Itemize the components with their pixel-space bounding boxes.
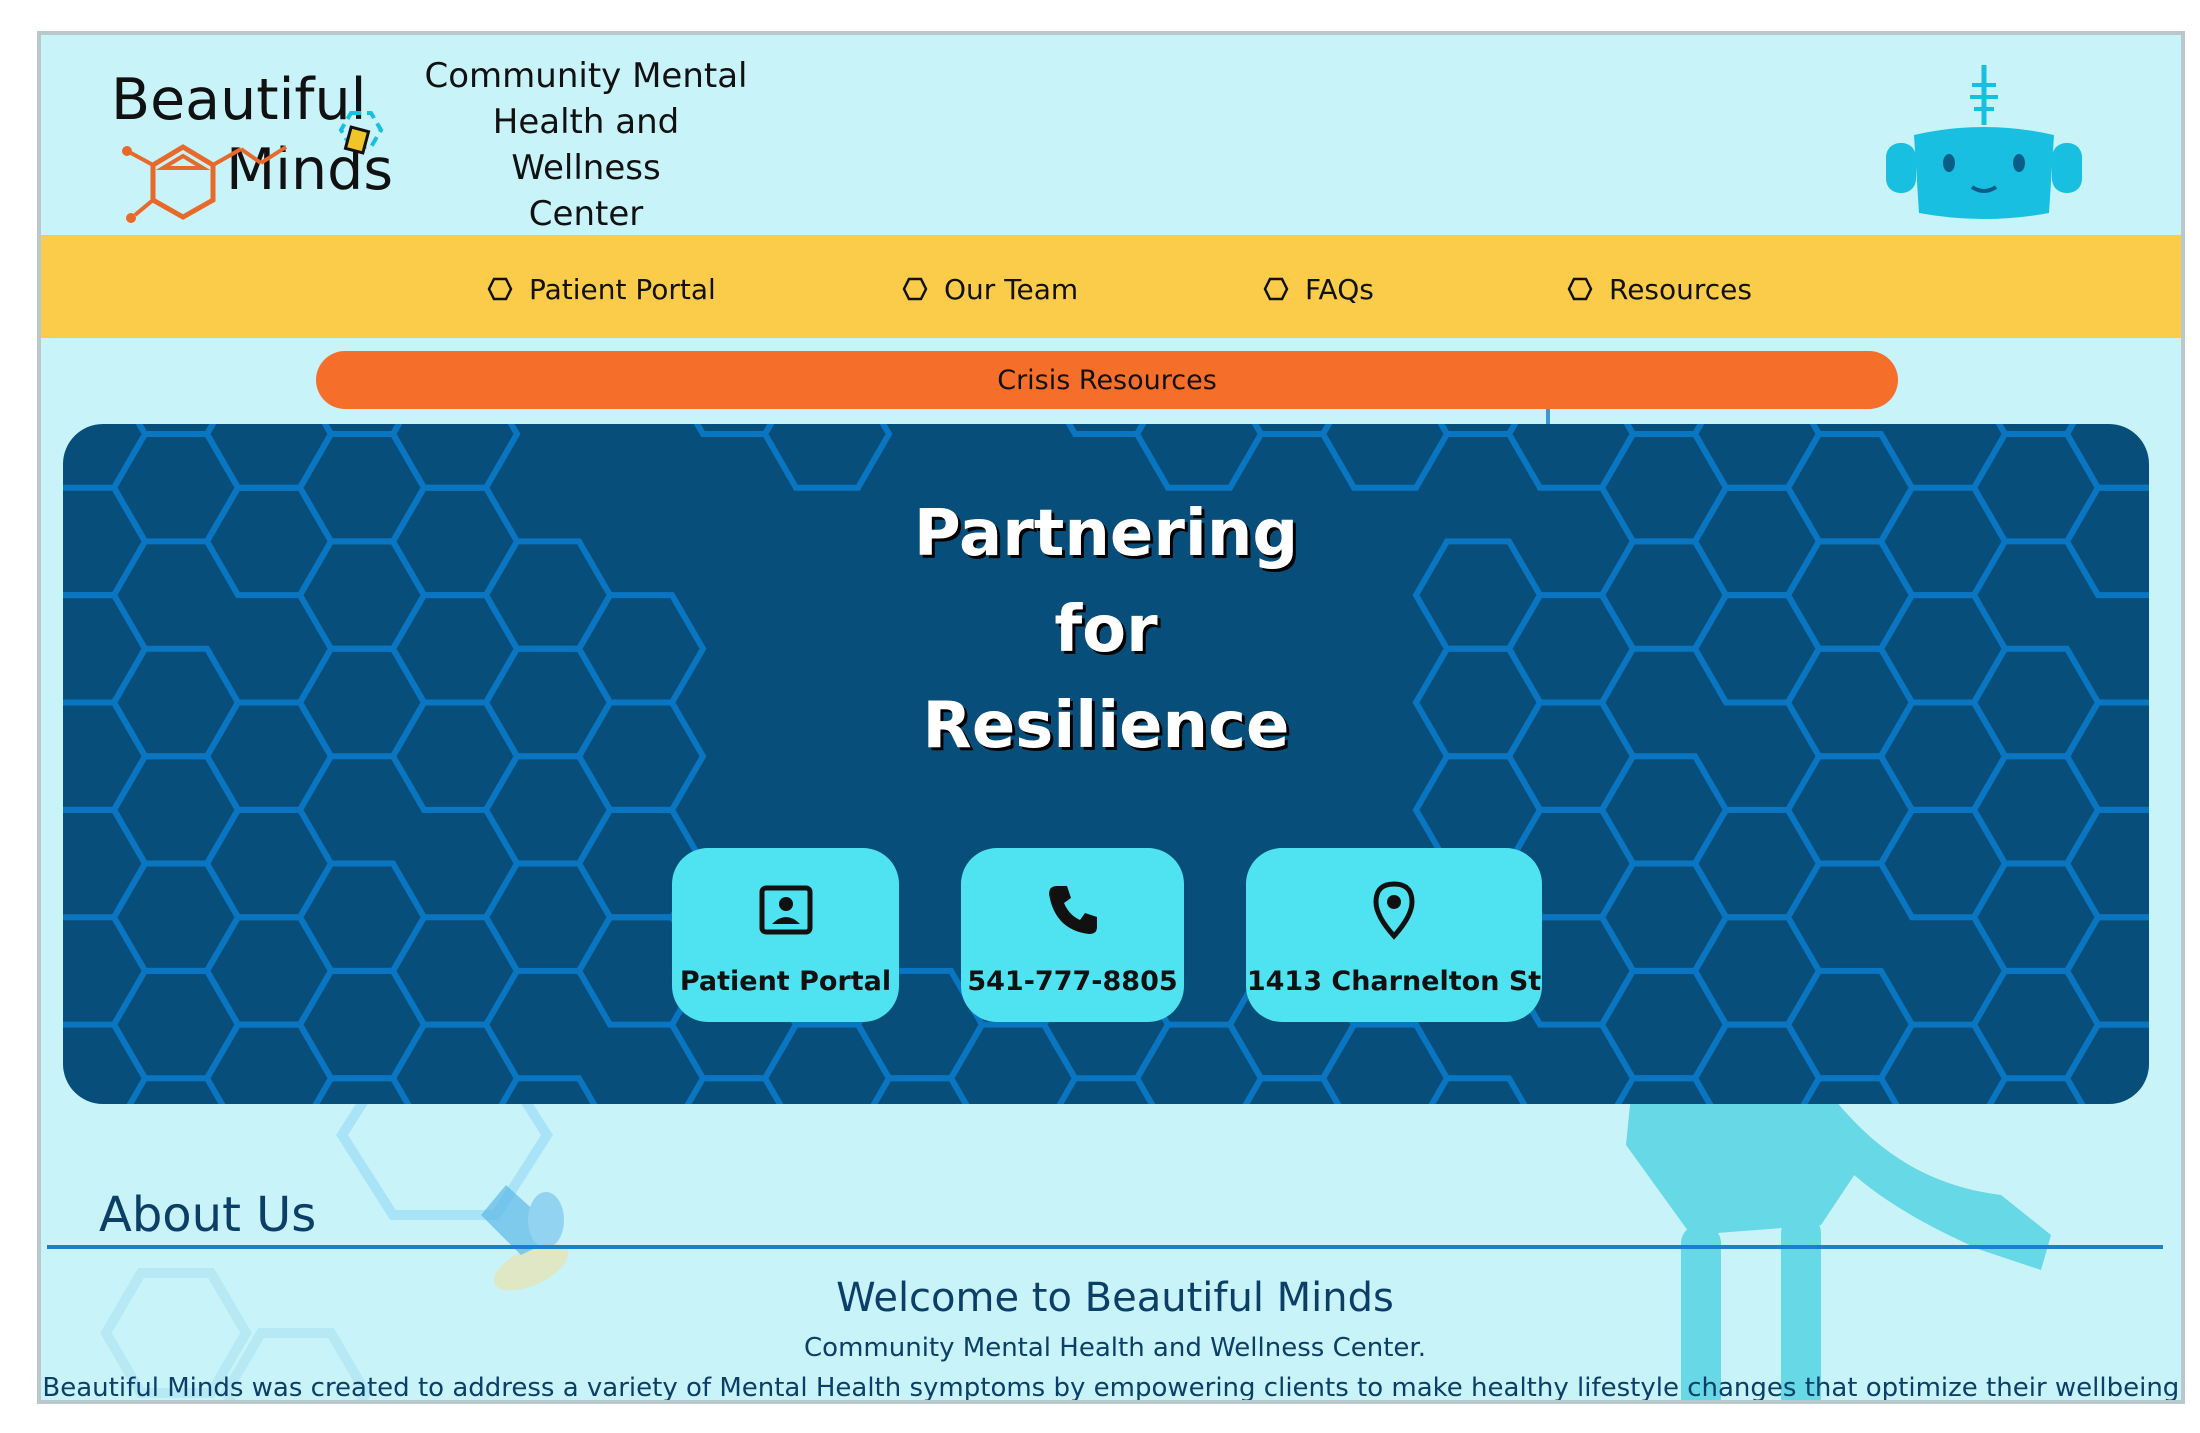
section-divider: [47, 1245, 2163, 1249]
card-label: 1413 Charnelton St: [1246, 966, 1542, 997]
phone-card[interactable]: 541-777-8805: [961, 848, 1184, 1022]
address-card[interactable]: 1413 Charnelton St: [1246, 848, 1542, 1022]
nav-item-patient-portal[interactable]: Patient Portal: [487, 271, 716, 307]
tagline-line: Community Mental: [424, 56, 748, 96]
hero-banner: Partnering for Resilience Patient Portal…: [63, 424, 2149, 1104]
crisis-resources-button[interactable]: Crisis Resources: [316, 351, 1898, 409]
hexagon-shape: [1133, 424, 1265, 491]
nav-item-our-team[interactable]: Our Team: [902, 271, 1078, 307]
contact-card-icon: [759, 885, 812, 935]
hexagon-shape: [1319, 424, 1451, 491]
hexagon-shape: [947, 1021, 1079, 1104]
hexagon-icon: [902, 277, 928, 301]
hero-title: Partnering for Resilience: [63, 486, 2149, 774]
page-frame: Beautiful Minds Community Mental Health …: [37, 31, 2185, 1404]
nav-item-label: Resources: [1609, 272, 1752, 306]
hexagon-shape: [1505, 424, 1637, 491]
hexagon-shape: [389, 424, 521, 491]
card-label: 541-777-8805: [967, 966, 1178, 997]
molecule-logo-icon: [122, 111, 384, 223]
robot-mascot-icon[interactable]: [1884, 63, 2084, 223]
nav-item-label: FAQs: [1305, 272, 1374, 306]
hero-title-line: Resilience: [922, 689, 1290, 763]
tagline-line: Health and Wellness: [492, 102, 680, 188]
hexagon-shape: [203, 1021, 335, 1104]
hero-title-line: for: [1054, 593, 1158, 667]
hexagon-shape: [203, 424, 335, 491]
hexagon-shape: [761, 424, 893, 491]
logo[interactable]: Beautiful Minds: [101, 55, 441, 235]
hexagon-shape: [1437, 424, 1519, 437]
card-label: Patient Portal: [679, 966, 892, 997]
nav-item-label: Patient Portal: [529, 272, 716, 306]
hero-title-line: Partnering: [913, 497, 1299, 571]
hexagon-shape: [693, 424, 775, 437]
hexagon-shape: [2063, 424, 2149, 491]
hexagon-shape: [498, 1075, 598, 1104]
hexagon-shape: [761, 1021, 893, 1104]
site-tagline: Community Mental Health and Wellness Cen…: [421, 53, 751, 237]
hexagon-shape: [1691, 424, 1823, 491]
hexagon-shape: [1691, 1021, 1823, 1104]
hexagon-shape: [1065, 424, 1147, 437]
hexagon-shape: [2063, 914, 2149, 1028]
nav-item-resources[interactable]: Resources: [1567, 271, 1752, 307]
nav-item-faqs[interactable]: FAQs: [1263, 271, 1374, 307]
hexagon-shape: [1877, 1021, 2009, 1104]
phone-icon: [1048, 886, 1097, 934]
tagline-line: Center: [528, 194, 644, 234]
hexagon-icon: [1567, 277, 1593, 301]
main-nav: Patient Portal Our Team FAQs Resources: [41, 235, 2181, 338]
hexagon-shape: [63, 806, 149, 921]
hexagon-shape: [2063, 1021, 2149, 1104]
location-pin-icon: [1373, 881, 1415, 940]
hexagon-icon: [1263, 277, 1289, 301]
nav-item-label: Our Team: [944, 272, 1079, 306]
about-heading: About Us: [99, 1187, 317, 1243]
patient-portal-card[interactable]: Patient Portal: [672, 848, 899, 1022]
hexagon-shape: [2063, 806, 2149, 921]
hexagon-icon: [487, 277, 513, 301]
hexagon-shape: [389, 1021, 521, 1104]
welcome-heading: Welcome to Beautiful Minds: [836, 1275, 1394, 1321]
welcome-subtitle: Community Mental Health and Wellness Cen…: [804, 1333, 1426, 1363]
about-description: Beautiful Minds was created to address a…: [42, 1373, 2185, 1403]
hexagon-shape: [1251, 424, 1333, 437]
hexagon-shape: [1319, 1021, 1451, 1104]
hexagon-shape: [63, 1021, 149, 1104]
hexagon-shape: [1133, 1021, 1265, 1104]
hexagon-shape: [1428, 1075, 1528, 1104]
